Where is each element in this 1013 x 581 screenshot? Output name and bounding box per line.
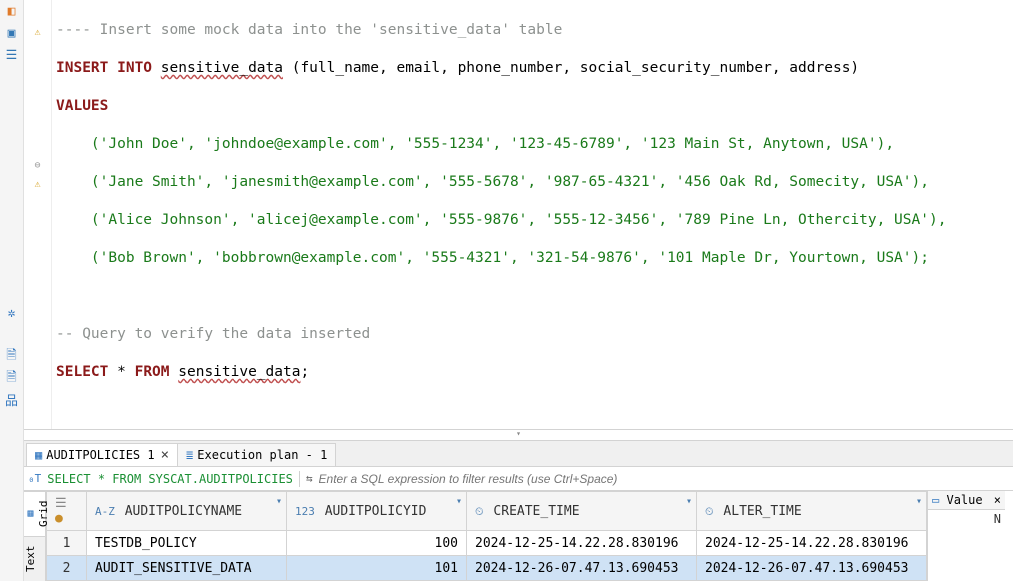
cell-name[interactable]: AUDIT_SENSITIVE_DATA — [87, 556, 287, 581]
row-select-corner[interactable]: ☰ ● — [47, 492, 87, 531]
close-icon[interactable]: × — [161, 447, 169, 463]
warning-marker-icon: ⚠ — [24, 23, 51, 42]
view-tab-grid[interactable]: ▦ Grid — [24, 491, 45, 536]
filter-sql-text: SELECT * FROM SYSCAT.AUDITPOLICIES — [47, 472, 293, 486]
cell-createtime[interactable]: 2024-12-25-14.22.28.830196 — [467, 531, 697, 556]
main-area: ⚠ ⊖ ⚠ ---- Insert some mock data into th… — [24, 0, 1013, 581]
tab-execution-plan[interactable]: ≣ Execution plan - 1 — [177, 443, 336, 466]
cell-name[interactable]: TESTDB_POLICY — [87, 531, 287, 556]
value-panel: ▭ Value × N — [927, 491, 1005, 581]
editor-wrap: ⚠ ⊖ ⚠ ---- Insert some mock data into th… — [24, 0, 1013, 429]
cell-id[interactable]: 101 — [287, 556, 467, 581]
close-icon[interactable]: × — [994, 493, 1001, 507]
result-view-tabs: ▦ Grid Text — [24, 491, 46, 581]
add-icon[interactable]: 🗎 — [4, 346, 20, 362]
col-auditpolicyname[interactable]: A-Z AUDITPOLICYNAME▾ — [87, 492, 287, 531]
filter-input[interactable] — [319, 472, 1009, 486]
chevron-down-icon[interactable]: ▾ — [686, 496, 692, 507]
filter-bar: ₀T SELECT * FROM SYSCAT.AUDITPOLICIES ⇆ — [24, 467, 1013, 491]
chevron-down-icon[interactable]: ▾ — [916, 496, 922, 507]
settings-icon[interactable]: ✲ — [4, 306, 20, 322]
results-grid-wrap: ☰ ● A-Z AUDITPOLICYNAME▾ 123 AUDITPOLICY… — [46, 491, 1013, 581]
pane-divider[interactable] — [24, 429, 1013, 441]
tab-label: AUDITPOLICIES 1 — [46, 448, 154, 462]
col-altertime[interactable]: ⏲ ALTER_TIME▾ — [697, 492, 927, 531]
cell-createtime[interactable]: 2024-12-26-07.47.13.690453 — [467, 556, 697, 581]
toolbar-icon-1[interactable]: ◧ — [4, 4, 20, 20]
value-panel-title: Value — [946, 493, 982, 507]
sql-editor[interactable]: ---- Insert some mock data into the 'sen… — [52, 0, 1013, 429]
warning-marker-icon: ⚠ — [24, 175, 51, 194]
cell-altertime[interactable]: 2024-12-26-07.47.13.690453 — [697, 556, 927, 581]
tab-auditpolicies[interactable]: ▦ AUDITPOLICIES 1 × — [26, 443, 178, 466]
filter-toggle-icon[interactable]: ⇆ — [306, 472, 313, 485]
left-toolbar: ◧ ▣ ☰ ✲ 🗎 🗎 品 — [0, 0, 24, 581]
results-table[interactable]: ☰ ● A-Z AUDITPOLICYNAME▾ 123 AUDITPOLICY… — [46, 491, 927, 581]
tree-icon[interactable]: 品 — [4, 390, 20, 406]
filter-prefix-icon: ₀T — [28, 472, 41, 485]
separator — [299, 471, 300, 487]
editor-gutter: ⚠ ⊖ ⚠ — [24, 0, 52, 429]
grid-icon: ▦ — [35, 448, 42, 462]
code-comment: ---- Insert some mock data into the 'sen… — [56, 22, 562, 38]
col-createtime[interactable]: ⏲ CREATE_TIME▾ — [467, 492, 697, 531]
toolbar-icon-2[interactable]: ▣ — [4, 26, 20, 42]
toolbar-icon-3[interactable]: ☰ — [4, 48, 20, 64]
table-row[interactable]: 1 TESTDB_POLICY 100 2024-12-25-14.22.28.… — [47, 531, 927, 556]
row-number[interactable]: 2 — [47, 556, 87, 581]
plan-icon: ≣ — [186, 448, 193, 462]
row-number[interactable]: 1 — [47, 531, 87, 556]
chevron-down-icon[interactable]: ▾ — [276, 496, 282, 507]
fold-marker-icon[interactable]: ⊖ — [24, 156, 51, 175]
view-tab-text[interactable]: Text — [24, 536, 45, 581]
results-area: ▦ Grid Text ☰ ● A-Z AUDITPOLICYNAME▾ 123… — [24, 491, 1013, 581]
cell-altertime[interactable]: 2024-12-25-14.22.28.830196 — [697, 531, 927, 556]
tab-label: Execution plan - 1 — [197, 448, 327, 462]
col-auditpolicyid[interactable]: 123 AUDITPOLICYID▾ — [287, 492, 467, 531]
results-tab-bar: ▦ AUDITPOLICIES 1 × ≣ Execution plan - 1 — [24, 441, 1013, 467]
chevron-down-icon[interactable]: ▾ — [456, 496, 462, 507]
value-panel-content: N — [928, 510, 1005, 528]
doc-icon[interactable]: 🗎 — [4, 368, 20, 384]
cell-id[interactable]: 100 — [287, 531, 467, 556]
table-row[interactable]: 2 AUDIT_SENSITIVE_DATA 101 2024-12-26-07… — [47, 556, 927, 581]
